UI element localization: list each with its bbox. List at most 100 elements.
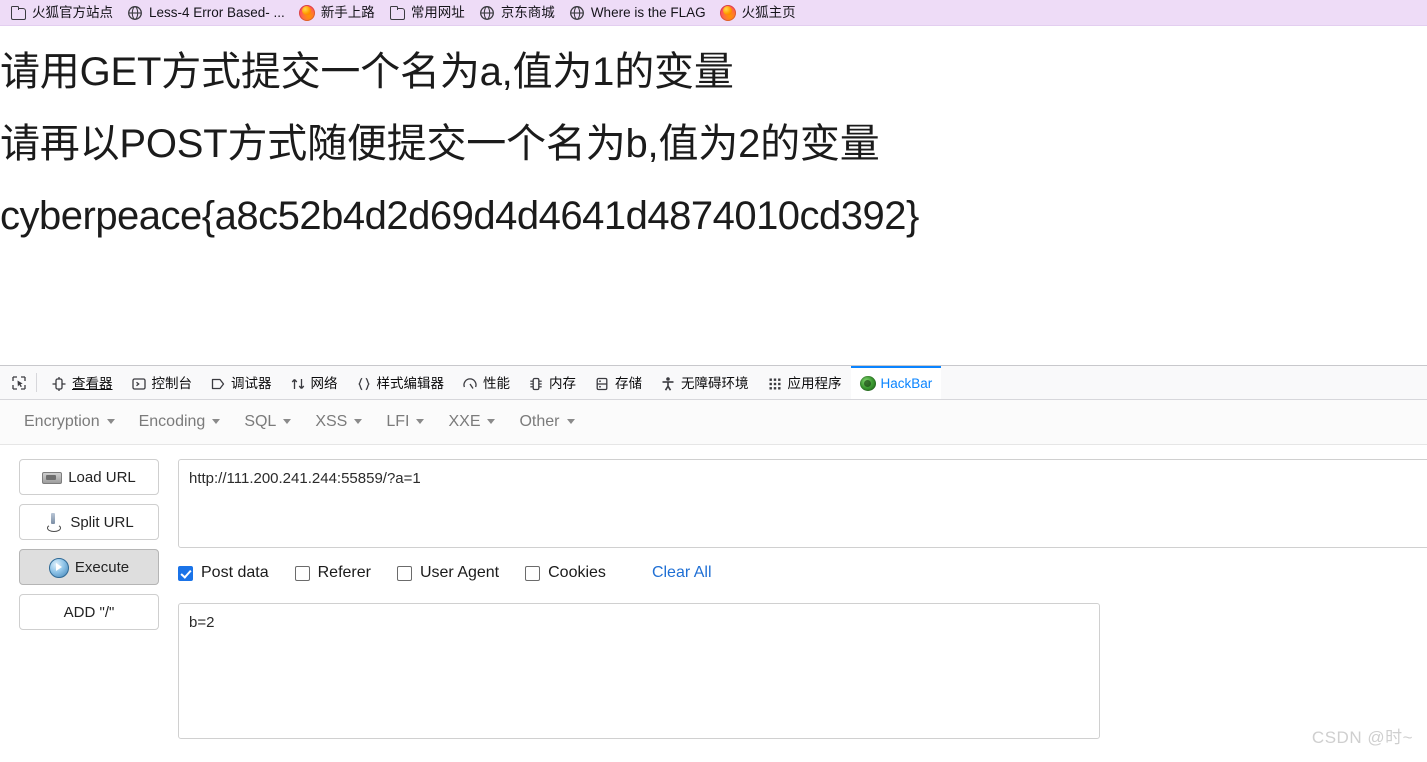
- firefox-icon: [719, 4, 736, 21]
- bookmark-item-1[interactable]: Less-4 Error Based- ...: [121, 2, 293, 24]
- hackbar-panel: Encryption Encoding SQL XSS LFI XXE Othe…: [0, 400, 1427, 762]
- tab-accessibility[interactable]: 无障碍环境: [651, 366, 758, 399]
- button-label: Load URL: [68, 468, 136, 486]
- bookmark-label: 新手上路: [320, 4, 375, 20]
- tab-network[interactable]: 网络: [281, 366, 347, 399]
- tab-label: 调试器: [231, 375, 272, 391]
- chevron-down-icon: [354, 419, 363, 424]
- devtools-tabbar: 查看器 控制台 调试器 网络 样式编辑器 性能 内存 存储 无障碍环境 应用程序…: [0, 366, 1427, 400]
- tab-hackbar[interactable]: HackBar: [850, 366, 942, 399]
- bookmarks-bar: 火狐官方站点 Less-4 Error Based- ... 新手上路 常用网址…: [0, 0, 1427, 26]
- hackbar-icon: [859, 376, 876, 391]
- checkbox-icon[interactable]: [294, 565, 310, 581]
- bookmark-item-6[interactable]: 火狐主页: [714, 2, 804, 24]
- bookmark-item-5[interactable]: Where is the FLAG: [563, 2, 714, 24]
- folder-icon: [10, 5, 26, 21]
- bookmark-item-4[interactable]: 京东商城: [473, 2, 563, 24]
- button-label: Split URL: [70, 513, 134, 531]
- checkbox-cookies[interactable]: Cookies: [525, 564, 606, 582]
- globe-icon: [569, 5, 585, 21]
- chevron-down-icon: [566, 419, 575, 424]
- menu-label: XSS: [315, 413, 348, 430]
- chevron-down-icon: [106, 419, 115, 424]
- tab-memory[interactable]: 内存: [519, 366, 585, 399]
- menu-label: XXE: [448, 413, 481, 430]
- checkbox-post-data[interactable]: Post data: [178, 564, 269, 582]
- tab-inspector[interactable]: 查看器: [42, 366, 122, 399]
- memory-icon: [528, 376, 544, 392]
- element-picker-icon[interactable]: [4, 366, 34, 399]
- menu-label: LFI: [386, 413, 410, 430]
- add-slash-button[interactable]: ADD "/": [19, 594, 159, 630]
- execute-button[interactable]: Execute: [19, 549, 159, 585]
- toolbar-separator: [36, 373, 37, 392]
- application-icon: [767, 376, 783, 392]
- globe-icon: [127, 5, 143, 21]
- button-label: Execute: [74, 558, 130, 576]
- execute-icon: [48, 558, 69, 578]
- menu-lfi[interactable]: LFI: [376, 410, 438, 434]
- url-input[interactable]: [178, 459, 1427, 548]
- page-content: 请用GET方式提交一个名为a,值为1的变量 请再以POST方式随便提交一个名为b…: [0, 26, 1427, 365]
- tab-application[interactable]: 应用程序: [758, 366, 851, 399]
- menu-encryption[interactable]: Encryption: [14, 410, 129, 434]
- checkbox-icon[interactable]: [178, 565, 193, 581]
- chevron-down-icon: [212, 419, 221, 424]
- checkbox-user-agent[interactable]: User Agent: [396, 564, 499, 582]
- tab-label: 查看器: [72, 375, 113, 391]
- network-icon: [290, 376, 306, 392]
- menu-label: Encoding: [138, 413, 206, 430]
- tab-style-editor[interactable]: 样式编辑器: [347, 366, 454, 399]
- menu-xxe[interactable]: XXE: [438, 410, 509, 434]
- hackbar-menubar: Encryption Encoding SQL XSS LFI XXE Othe…: [0, 400, 1427, 445]
- hackbar-fields: Post data Referer User Agent Cookies C: [178, 459, 1427, 762]
- split-url-button[interactable]: Split URL: [19, 504, 159, 540]
- menu-label: SQL: [244, 413, 277, 430]
- tab-debugger[interactable]: 调试器: [201, 366, 281, 399]
- tab-label: 无障碍环境: [681, 375, 749, 391]
- checkbox-label: Post data: [201, 564, 269, 581]
- tab-console[interactable]: 控制台: [122, 366, 202, 399]
- chevron-down-icon: [487, 419, 496, 424]
- accessibility-icon: [660, 376, 676, 392]
- checkbox-label: Cookies: [548, 564, 606, 581]
- button-label: ADD "/": [63, 603, 115, 621]
- tab-storage[interactable]: 存储: [585, 366, 651, 399]
- checkbox-referer[interactable]: Referer: [294, 564, 371, 582]
- tab-label: HackBar: [880, 375, 933, 391]
- bookmark-label: Where is the FLAG: [590, 4, 706, 20]
- bookmark-label: 火狐官方站点: [32, 4, 113, 20]
- post-data-input[interactable]: [178, 603, 1100, 739]
- devtools-panel: 查看器 控制台 调试器 网络 样式编辑器 性能 内存 存储 无障碍环境 应用程序…: [0, 365, 1427, 762]
- bookmark-item-2[interactable]: 新手上路: [293, 2, 383, 24]
- checkbox-icon[interactable]: [525, 565, 541, 581]
- menu-encoding[interactable]: Encoding: [129, 410, 235, 434]
- tab-label: 存储: [615, 375, 642, 391]
- tab-label: 样式编辑器: [376, 375, 445, 391]
- tab-performance[interactable]: 性能: [453, 366, 519, 399]
- checkbox-icon[interactable]: [396, 565, 412, 581]
- page-text-line-get: 请用GET方式提交一个名为a,值为1的变量: [0, 50, 734, 94]
- bookmark-label: 常用网址: [410, 4, 465, 20]
- folder-icon: [389, 5, 405, 21]
- load-url-icon: [42, 468, 63, 486]
- load-url-button[interactable]: Load URL: [19, 459, 159, 495]
- menu-other[interactable]: Other: [509, 410, 588, 434]
- firefox-icon: [298, 4, 315, 21]
- hackbar-options-row: Post data Referer User Agent Cookies Cle…: [178, 548, 1427, 594]
- style-editor-icon: [356, 376, 372, 392]
- bookmark-item-0[interactable]: 火狐官方站点: [4, 2, 121, 24]
- debugger-icon: [210, 376, 226, 392]
- checkbox-label: Referer: [317, 564, 371, 581]
- menu-xss[interactable]: XSS: [305, 410, 376, 434]
- bookmark-item-3[interactable]: 常用网址: [383, 2, 473, 24]
- chevron-down-icon: [283, 419, 292, 424]
- bookmark-label: 火狐主页: [741, 4, 796, 20]
- tab-label: 控制台: [151, 375, 193, 391]
- performance-icon: [462, 376, 478, 392]
- tab-label: 性能: [483, 375, 510, 391]
- menu-sql[interactable]: SQL: [234, 410, 305, 434]
- tab-label: 内存: [549, 375, 576, 391]
- tab-label: 应用程序: [787, 375, 842, 391]
- clear-all-link[interactable]: Clear All: [652, 564, 712, 582]
